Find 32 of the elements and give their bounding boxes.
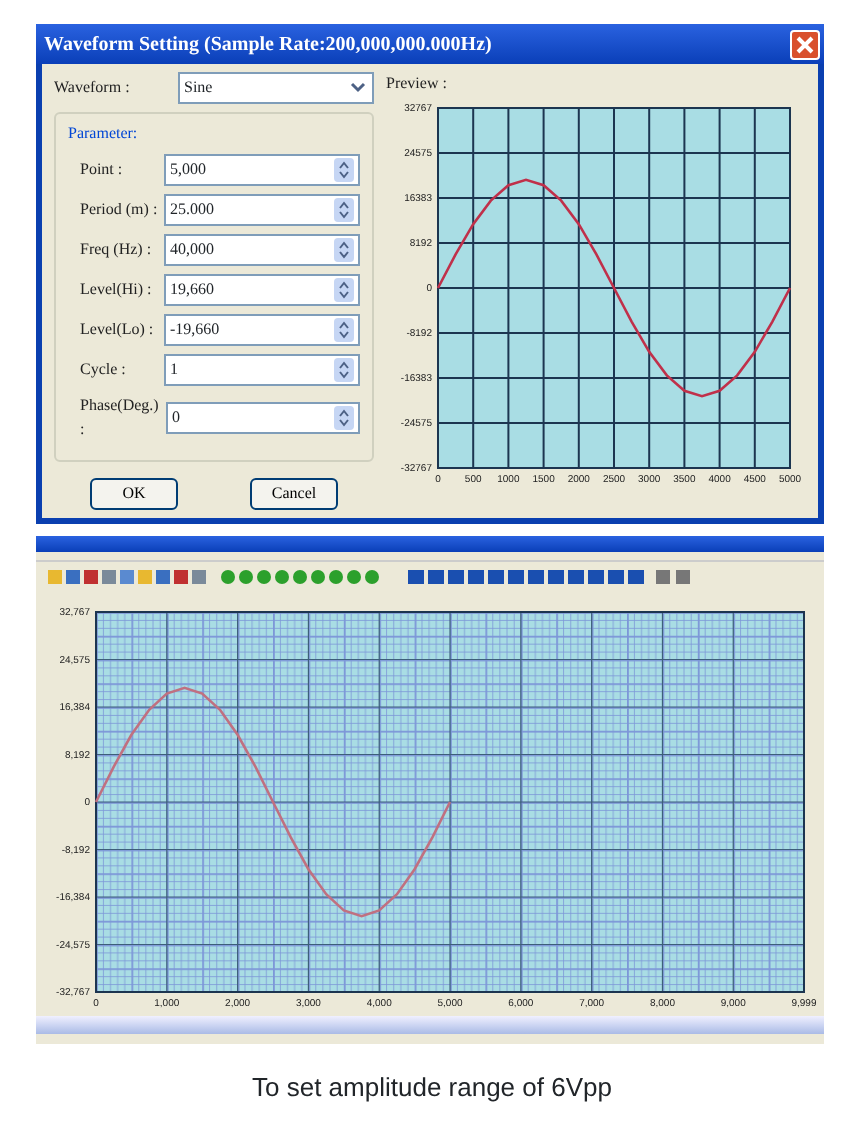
spinner-icon (334, 238, 354, 262)
field-label: Phase(Deg.) : (80, 394, 161, 442)
window-title: Waveform Setting (Sample Rate:200,000,000.000Hz) (44, 31, 492, 59)
field-label: Level(Hi) : (80, 278, 152, 302)
spinner-icon (334, 158, 354, 182)
field-label: Level(Lo) : (80, 318, 154, 342)
caption-text: To set amplitude range of 6Vpp (250, 1070, 614, 1106)
close-button[interactable] (790, 29, 820, 59)
field-label: Freq (Hz) : (80, 238, 152, 262)
number-field[interactable]: 0 (166, 402, 360, 434)
ok-button[interactable]: OK (90, 478, 178, 510)
caret-icon (348, 78, 368, 98)
spinner-icon (334, 278, 354, 302)
close-icon (796, 35, 814, 53)
number-field[interactable]: 1 (164, 354, 360, 386)
number-field[interactable]: 25.000 (164, 194, 360, 226)
number-field[interactable]: 5,000 (164, 154, 360, 186)
field-label: Cycle : (80, 358, 126, 382)
field-label: Period (m) : (80, 198, 158, 222)
number-field[interactable]: -19,660 (164, 314, 360, 346)
waveform-dropdown[interactable]: Sine (178, 72, 374, 104)
number-field[interactable]: 40,000 (164, 234, 360, 266)
preview-label: Preview : (386, 72, 449, 96)
field-label: Point : (80, 158, 123, 182)
spinner-icon (334, 406, 354, 430)
field-label: Waveform : (54, 76, 130, 100)
group-title: Parameter: (68, 122, 140, 146)
spinner-icon (334, 198, 354, 222)
cancel-button[interactable]: Cancel (250, 478, 338, 510)
spinner-icon (334, 358, 354, 382)
number-field[interactable]: 19,660 (164, 274, 360, 306)
spinner-icon (334, 318, 354, 342)
